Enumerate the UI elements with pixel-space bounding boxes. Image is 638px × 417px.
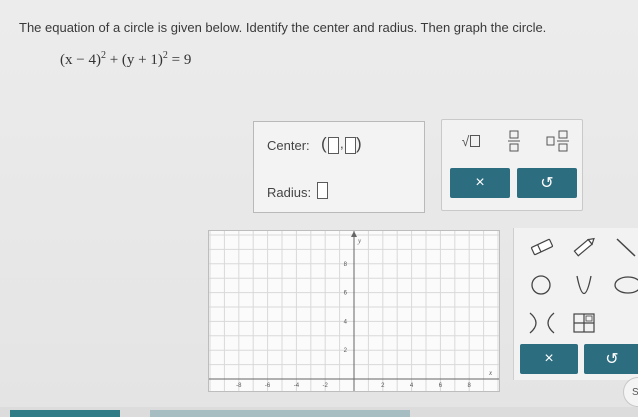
parabola-tool[interactable] — [569, 270, 599, 300]
table-tool[interactable] — [569, 308, 599, 338]
equation-term-y: + (y + 1) — [105, 52, 163, 68]
eraser-icon — [530, 238, 554, 256]
fraction-icon — [508, 130, 520, 152]
mixed-number-icon — [546, 130, 569, 152]
center-y-input[interactable] — [345, 137, 356, 154]
eraser-tool[interactable] — [524, 232, 560, 262]
line-tool[interactable] — [610, 232, 638, 262]
bottom-action-bar[interactable] — [10, 410, 120, 417]
question-prompt: The equation of a circle is given below.… — [19, 20, 547, 35]
center-x-input[interactable] — [328, 137, 339, 154]
x-tick-label: 2 — [381, 383, 385, 389]
hyperbola-tool[interactable] — [524, 308, 560, 338]
corner-button[interactable]: S — [623, 377, 638, 407]
radius-label: Radius: — [267, 185, 312, 200]
y-tick-label: 2 — [344, 348, 348, 354]
bottom-progress-bar — [150, 410, 410, 417]
circle-tool[interactable] — [526, 270, 556, 300]
radius-input[interactable] — [317, 182, 328, 199]
y-axis-label: y — [357, 237, 362, 245]
coordinate-graph[interactable]: y x 8 6 4 2 -8 -6 -4 -2 2 4 6 8 — [208, 230, 500, 392]
x-tick-label: -6 — [265, 383, 271, 389]
parabola-icon — [576, 275, 592, 295]
center-close-paren: ) — [356, 134, 362, 153]
equation-rhs: = 9 — [167, 52, 192, 68]
x-tick-label: 8 — [468, 383, 472, 389]
line-icon — [616, 238, 636, 257]
circle-equation: (x − 4)2 + (y + 1)2 = 9 — [60, 50, 191, 69]
math-keypad: √ × ↺ — [441, 119, 583, 211]
pencil-icon — [573, 237, 595, 257]
sqrt-icon: √ — [461, 133, 470, 149]
table-icon — [573, 313, 595, 333]
answer-panel: Center: ( , ) Radius: — [253, 121, 425, 213]
hyperbola-icon — [529, 312, 555, 334]
y-axis-arrow — [351, 231, 357, 237]
x-tick-label: -8 — [236, 383, 242, 389]
circle-icon — [531, 275, 551, 295]
ellipse-tool[interactable] — [610, 270, 638, 300]
center-label: Center: — [267, 138, 310, 153]
mixed-number-button[interactable] — [544, 128, 572, 154]
clear-button[interactable]: × — [450, 168, 510, 198]
y-tick-label: 8 — [344, 262, 348, 268]
x-tick-label: 6 — [439, 383, 443, 389]
ellipse-icon — [614, 276, 638, 294]
x-tick-label: -2 — [323, 383, 329, 389]
fraction-button[interactable] — [502, 128, 526, 154]
x-tick-label: 4 — [410, 383, 414, 389]
center-comma: , — [340, 136, 344, 151]
undo-button[interactable]: ↺ — [517, 168, 577, 198]
graph-clear-button[interactable]: × — [520, 344, 578, 374]
x-axis-label: x — [488, 369, 493, 377]
y-tick-label: 6 — [344, 291, 348, 297]
center-open-paren: ( — [321, 134, 327, 153]
graph-tools-panel: × ↺ — [513, 228, 638, 380]
x-tick-label: -4 — [294, 383, 300, 389]
y-tick-label: 4 — [344, 319, 348, 325]
equation-term-x: (x − 4) — [60, 52, 101, 68]
pencil-tool[interactable] — [566, 232, 602, 262]
graph-undo-button[interactable]: ↺ — [584, 344, 638, 374]
graph-canvas[interactable]: y x 8 6 4 2 -8 -6 -4 -2 2 4 6 8 — [209, 231, 499, 391]
sqrt-button[interactable]: √ — [456, 130, 486, 152]
